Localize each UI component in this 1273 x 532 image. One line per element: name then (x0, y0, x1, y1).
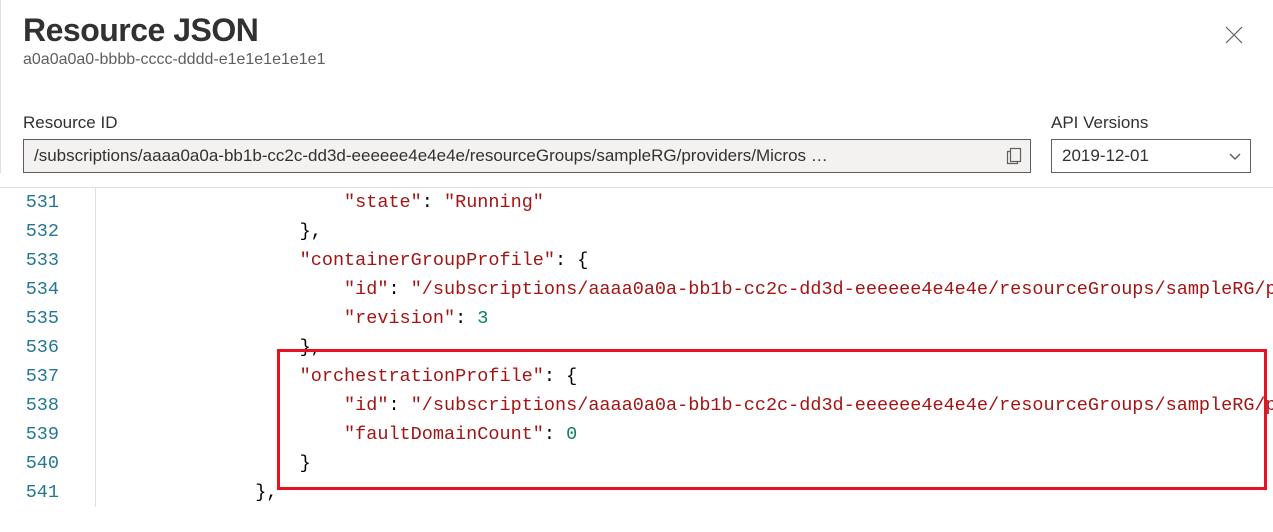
line-number: 539 (0, 420, 96, 449)
api-versions-dropdown[interactable]: 2019-12-01 (1051, 139, 1251, 173)
line-number: 538 (0, 391, 96, 420)
api-versions-label: API Versions (1051, 113, 1251, 133)
resource-id-value: /subscriptions/aaaa0a0a-bb1b-cc2c-dd3d-e… (34, 146, 1006, 166)
code-line: 541 }, (0, 478, 1273, 507)
copy-icon[interactable] (1006, 147, 1022, 165)
line-number: 541 (0, 478, 96, 507)
code-content: "id": "/subscriptions/aaaa0a0a-bb1b-cc2c… (96, 391, 1273, 420)
code-line: 538 "id": "/subscriptions/aaaa0a0a-bb1b-… (0, 391, 1273, 420)
code-content: "id": "/subscriptions/aaaa0a0a-bb1b-cc2c… (96, 275, 1273, 304)
code-content: "faultDomainCount": 0 (96, 420, 577, 449)
code-content: "containerGroupProfile": { (96, 246, 588, 275)
api-versions-value: 2019-12-01 (1062, 146, 1228, 166)
code-content: "state": "Running" (96, 188, 544, 217)
line-number: 536 (0, 333, 96, 362)
close-button[interactable] (1217, 18, 1251, 56)
line-number: 540 (0, 449, 96, 478)
line-number: 532 (0, 217, 96, 246)
line-number: 537 (0, 362, 96, 391)
line-number: 531 (0, 188, 96, 217)
code-content: "orchestrationProfile": { (96, 362, 577, 391)
code-line: 532 }, (0, 217, 1273, 246)
code-line: 534 "id": "/subscriptions/aaaa0a0a-bb1b-… (0, 275, 1273, 304)
code-editor[interactable]: 531 "state": "Running"532 },533 "contain… (0, 187, 1273, 507)
code-line: 540 } (0, 449, 1273, 478)
resource-guid: a0a0a0a0-bbbb-cccc-dddd-e1e1e1e1e1e1 (23, 51, 325, 69)
code-line: 539 "faultDomainCount": 0 (0, 420, 1273, 449)
code-line: 536 }, (0, 333, 1273, 362)
code-content: "revision": 3 (96, 304, 488, 333)
code-content: } (96, 449, 311, 478)
line-number: 534 (0, 275, 96, 304)
line-number: 533 (0, 246, 96, 275)
code-line: 537 "orchestrationProfile": { (0, 362, 1273, 391)
line-number: 535 (0, 304, 96, 333)
code-line: 533 "containerGroupProfile": { (0, 246, 1273, 275)
code-line: 535 "revision": 3 (0, 304, 1273, 333)
chevron-down-icon (1228, 149, 1242, 163)
close-icon (1225, 26, 1243, 44)
resource-id-field[interactable]: /subscriptions/aaaa0a0a-bb1b-cc2c-dd3d-e… (23, 139, 1031, 173)
code-line: 531 "state": "Running" (0, 188, 1273, 217)
code-content: }, (96, 478, 277, 507)
code-content: }, (96, 333, 322, 362)
page-title: Resource JSON (23, 12, 325, 49)
resource-id-label: Resource ID (23, 113, 1031, 133)
code-content: }, (96, 217, 322, 246)
